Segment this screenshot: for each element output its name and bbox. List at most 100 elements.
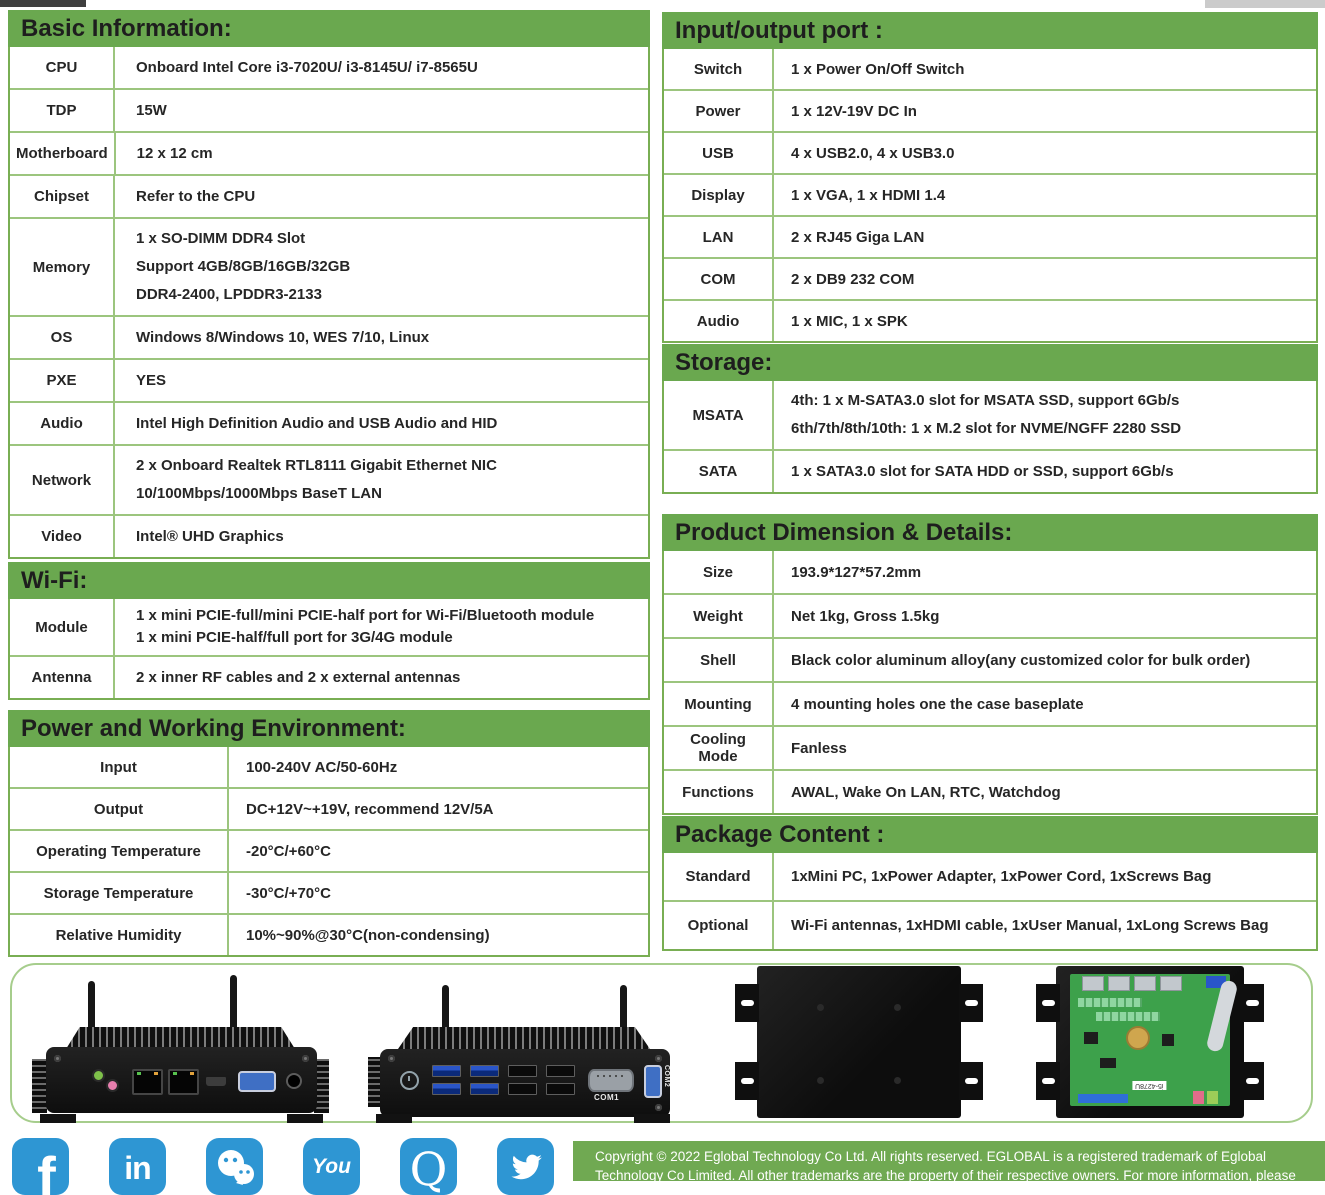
mounting-ear	[1240, 984, 1264, 1022]
mounting-ear	[959, 984, 983, 1022]
spec-row: OptionalWi-Fi antennas, 1xHDMI cable, 1x…	[664, 902, 1316, 949]
chip	[1100, 1058, 1116, 1068]
facebook-icon[interactable]: f	[12, 1138, 69, 1195]
spec-label: Display	[664, 175, 774, 215]
spec-label: PXE	[10, 360, 115, 401]
mounting-ear	[1240, 1062, 1264, 1100]
spec-label: Functions	[664, 771, 774, 813]
power-button	[400, 1071, 419, 1090]
screenshot-edge-artifact-right	[1205, 0, 1325, 8]
spec-value: Windows 8/Windows 10, WES 7/10, Linux	[115, 317, 648, 358]
screw	[655, 1104, 662, 1111]
spec-value: 1xMini PC, 1xPower Adapter, 1xPower Cord…	[774, 853, 1316, 900]
spec-row: Memory1 x SO-DIMM DDR4 Slot Support 4GB/…	[10, 219, 648, 317]
com2-label: COM2	[663, 1065, 670, 1087]
section-title-package-content: Package Content :	[662, 816, 1318, 853]
youtube-icon[interactable]: You	[303, 1138, 360, 1195]
product-photo-motherboard: i5-4278U	[1036, 966, 1264, 1118]
spec-label: Operating Temperature	[10, 831, 229, 871]
linkedin-glyph: in	[124, 1150, 150, 1187]
spec-value: Black color aluminum alloy(any customize…	[774, 639, 1316, 681]
spec-row: Mounting4 mounting holes one the case ba…	[664, 683, 1316, 727]
spec-value: -30°C/+70°C	[229, 873, 648, 913]
spec-label: Switch	[664, 49, 774, 89]
spec-table-dimension-details: Size193.9*127*57.2mmWeightNet 1kg, Gross…	[662, 551, 1318, 815]
spec-table-storage: MSATA4th: 1 x M-SATA3.0 slot for MSATA S…	[662, 381, 1318, 494]
usb3-port	[470, 1065, 499, 1077]
usb3-port	[432, 1083, 461, 1095]
lan-port	[168, 1069, 199, 1095]
spec-label: Audio	[10, 403, 115, 444]
spec-table-wifi: Module1 x mini PCIE-full/mini PCIE-half …	[8, 599, 650, 700]
spec-label: TDP	[10, 90, 115, 131]
spec-label: LAN	[664, 217, 774, 257]
pin-header	[1078, 1094, 1128, 1103]
spec-label: CPU	[10, 47, 115, 88]
twitter-bird-glyph	[507, 1148, 545, 1186]
spec-value: DC+12V~+19V, recommend 12V/5A	[229, 789, 648, 829]
spec-value: 2 x Onboard Realtek RTL8111 Gigabit Ethe…	[115, 446, 648, 514]
wechat-glyph	[213, 1147, 257, 1187]
spec-label: Mounting	[664, 683, 774, 725]
spec-label: Audio	[664, 301, 774, 341]
spec-table-power-environment: Input100-240V AC/50-60HzOutputDC+12V~+19…	[8, 747, 650, 957]
usb2-port	[546, 1083, 575, 1095]
spec-label: Shell	[664, 639, 774, 681]
youtube-glyph: You	[312, 1155, 351, 1179]
spec-row: Network2 x Onboard Realtek RTL8111 Gigab…	[10, 446, 648, 516]
spec-row: ShellBlack color aluminum alloy(any cust…	[664, 639, 1316, 683]
section-title-power-environment: Power and Working Environment:	[8, 710, 650, 747]
heatsink-fins	[398, 1027, 650, 1049]
copyright-footer: Copyright © 2022 Eglobal Technology Co L…	[573, 1141, 1325, 1181]
spec-row: CPUOnboard Intel Core i3-7020U/ i3-8145U…	[10, 47, 648, 90]
qq-icon[interactable]: Q	[400, 1138, 457, 1195]
spec-label: Standard	[664, 853, 774, 900]
spec-row: Standard1xMini PC, 1xPower Adapter, 1xPo…	[664, 853, 1316, 902]
spec-row: Motherboard12 x 12 cm	[10, 133, 648, 176]
cmos-battery	[1126, 1026, 1150, 1050]
spec-row: MSATA4th: 1 x M-SATA3.0 slot for MSATA S…	[664, 381, 1316, 451]
vga-port	[238, 1071, 276, 1092]
spec-value: 193.9*127*57.2mm	[774, 551, 1316, 593]
spec-value: 1 x SO-DIMM DDR4 Slot Support 4GB/8GB/16…	[115, 219, 648, 315]
section-title-text: Product Dimension & Details:	[675, 519, 1012, 547]
usb-connector	[1082, 976, 1104, 991]
com1-label: COM1	[594, 1093, 619, 1102]
mounting-hole	[894, 1077, 901, 1084]
usb2-port	[508, 1083, 537, 1095]
spec-label: Size	[664, 551, 774, 593]
spec-label: COM	[664, 259, 774, 299]
spec-row: SATA1 x SATA3.0 slot for SATA HDD or SSD…	[664, 451, 1316, 492]
spec-label: Input	[10, 747, 229, 787]
spec-row: TDP15W	[10, 90, 648, 133]
spec-label: Network	[10, 446, 115, 514]
hdmi-port	[206, 1077, 226, 1086]
spec-value: AWAL, Wake On LAN, RTC, Watchdog	[774, 771, 1316, 813]
mounting-foot	[40, 1114, 76, 1123]
usb2-port	[546, 1065, 575, 1077]
linkedin-icon[interactable]: in	[109, 1138, 166, 1195]
twitter-icon[interactable]	[497, 1138, 554, 1195]
spec-value: 1 x 12V-19V DC In	[774, 91, 1316, 131]
cpu-label: i5-4278U	[1132, 1081, 1166, 1090]
qq-glyph: Q	[410, 1142, 448, 1195]
mounting-ear	[1036, 984, 1060, 1022]
mounting-hole	[817, 1004, 824, 1011]
spec-value: 1 x Power On/Off Switch	[774, 49, 1316, 89]
spec-value: 2 x inner RF cables and 2 x external ant…	[115, 657, 648, 698]
spec-value: Refer to the CPU	[115, 176, 648, 217]
spec-row: COM2 x DB9 232 COM	[664, 259, 1316, 301]
m2-slot	[1096, 1012, 1160, 1021]
side-fins	[32, 1059, 47, 1113]
spec-value: YES	[115, 360, 648, 401]
datasheet-page: { "sections": { "basic_information": { "…	[0, 0, 1325, 1173]
spec-value: 1 x SATA3.0 slot for SATA HDD or SSD, su…	[774, 451, 1316, 492]
product-photo-front-io: COM1 COM2	[368, 985, 678, 1123]
mounting-foot	[376, 1114, 412, 1123]
wechat-icon[interactable]	[206, 1138, 263, 1195]
section-title-text: Power and Working Environment:	[21, 715, 406, 743]
spec-label: Storage Temperature	[10, 873, 229, 913]
spec-label: SATA	[664, 451, 774, 492]
spec-row: Module1 x mini PCIE-full/mini PCIE-half …	[10, 599, 648, 657]
spec-row: VideoIntel® UHD Graphics	[10, 516, 648, 557]
